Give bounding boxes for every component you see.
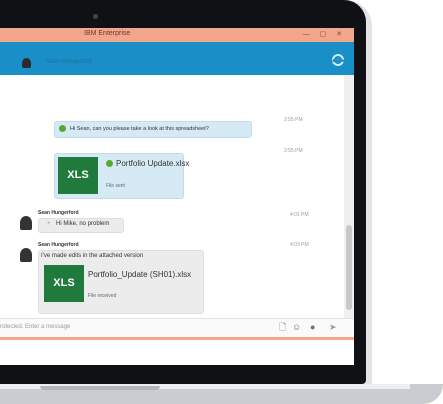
sender-name: Sean Hungerford	[38, 242, 79, 248]
avatar	[20, 216, 32, 230]
window-bottom-border	[0, 337, 354, 340]
scrollbar-thumb[interactable]	[346, 225, 352, 310]
timestamp: 2:55 PM	[284, 148, 303, 154]
ellipsis-icon[interactable]: •••	[332, 56, 346, 67]
sent-check-icon	[59, 125, 66, 132]
file-icon[interactable]: 🗋	[279, 322, 286, 332]
file-status: File sent	[106, 183, 125, 189]
laptop-notch	[40, 386, 160, 390]
xls-file-icon: XLS	[58, 157, 98, 194]
window-title: IBM Enterprise	[84, 30, 131, 37]
message-text: I've made edits in the attached version	[41, 253, 144, 259]
emoji-icon[interactable]: ☺	[292, 322, 301, 332]
message-text: Hi Mike, no problem	[56, 221, 110, 227]
timestamp: 4:03 PM	[290, 242, 309, 248]
window-controls[interactable]: — ▢ ✕	[303, 30, 346, 38]
sent-check-icon	[106, 160, 113, 167]
sender-name: Sean Hungerford	[38, 210, 79, 216]
xls-file-icon: XLS	[44, 265, 84, 302]
title-bar: IBM Enterprise — ▢ ✕	[0, 28, 354, 42]
status-icon[interactable]: ●	[310, 322, 315, 332]
message-input[interactable]: rotected. Enter a message	[0, 324, 70, 330]
avatar	[20, 248, 32, 262]
file-name[interactable]: Portfolio_Update (SH01).xlsx	[88, 270, 191, 279]
webcam	[93, 14, 98, 19]
video-camera-icon[interactable]	[296, 60, 307, 66]
lock-icon	[38, 60, 43, 65]
send-icon[interactable]: ➤	[329, 322, 337, 332]
message-text: Hi Sean, can you please take a look at t…	[70, 126, 209, 132]
conversation-name[interactable]: Sean Hungerford	[46, 59, 92, 65]
phone-icon[interactable]: ✆	[313, 57, 321, 67]
file-status: File received	[88, 293, 117, 299]
timestamp: 4:01 PM	[290, 212, 309, 218]
timestamp: 2:55 PM	[284, 117, 303, 123]
avatar	[22, 58, 31, 68]
file-name[interactable]: Portfolio Update.xlsx	[116, 159, 189, 168]
plus-icon: +	[47, 221, 51, 227]
